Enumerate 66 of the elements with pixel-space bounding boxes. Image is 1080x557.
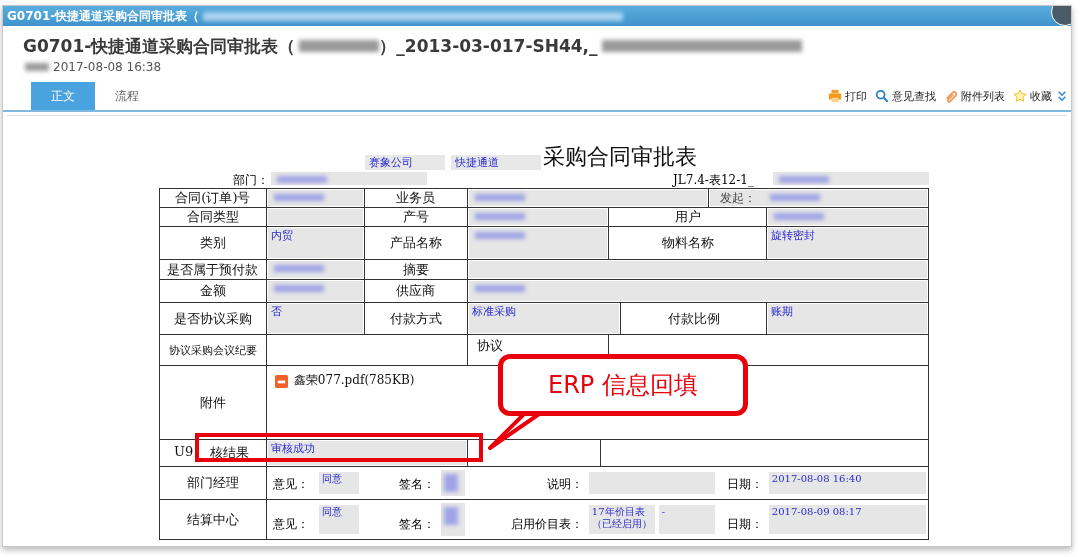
field-label: 签名： (398, 476, 436, 493)
field-label: 合同类型 (186, 208, 239, 226)
field-label: 付款比例 (667, 309, 720, 328)
field-label: 结算中心 (186, 510, 239, 529)
pdf-file-icon (274, 375, 288, 388)
field-label: 物料名称 (661, 234, 714, 252)
field-label: 是否属于预付款 (167, 260, 259, 279)
field-label: 合同(订单)号 (175, 189, 251, 207)
field-label: 用户 (674, 208, 701, 226)
toolbar-button[interactable]: 附件列表 (941, 88, 1008, 104)
field-label: 意见： (272, 476, 310, 493)
toolbar-button[interactable]: 意见查找 (872, 88, 939, 104)
field-value: 17年价目表（已经启用） (588, 505, 655, 534)
document-title: ）_2013-03-017-SH44,_ (379, 34, 598, 58)
printer-icon (828, 89, 842, 103)
field-label: 产品名称 (389, 234, 442, 252)
field-value: 否 (267, 304, 363, 333)
field-label: 供应商 (396, 282, 436, 300)
field-label: 发起： (710, 190, 765, 206)
channel-field: 快捷通道 (451, 155, 541, 170)
field-label: 部门经理 (186, 474, 239, 492)
field-label: 启用价目表： (510, 516, 584, 533)
field-value: - (658, 505, 715, 534)
window-title: G0701-快捷通道采购合同审批表（ (7, 7, 200, 25)
redacted-text (25, 63, 49, 71)
field-label: U9 (174, 444, 194, 459)
field-label: 是否协议采购 (173, 309, 252, 328)
field-label: 签名： (398, 516, 436, 533)
field-label: 付款方式 (389, 309, 442, 328)
field-label: 产号 (402, 208, 429, 226)
document-date: 2017-08-08 16:38 (53, 60, 162, 74)
field-label: 日期： (726, 516, 764, 533)
field-value: 同意 (318, 472, 359, 494)
document-title: G0701-快捷通道采购合同审批表（ (23, 34, 296, 58)
form-code: JL7.4-表12-1_ (673, 171, 755, 189)
field-label: 核结果 (210, 444, 250, 462)
field-label: 说明： (546, 476, 584, 493)
field-label: 意见： (272, 516, 310, 533)
field-value: 同意 (318, 505, 359, 534)
toolbar-button[interactable]: 打印 (825, 88, 870, 104)
field-value: 账期 (768, 304, 927, 333)
field-value: 2017-08-09 08:17 (768, 505, 926, 534)
attachment-link[interactable]: 鑫荣077.pdf(785KB) (293, 372, 415, 389)
star-icon (1013, 89, 1027, 103)
field-label: 协议 (476, 337, 503, 355)
tab[interactable]: 流程 (95, 82, 159, 110)
field-value: 内贸 (267, 228, 363, 258)
field-label: 协议采购会议纪要 (168, 342, 257, 358)
redacted-value (440, 503, 465, 536)
field-value: 旋转密封 (768, 228, 927, 258)
company-field: 赛象公司 (365, 155, 445, 170)
field-value: 2017-08-08 16:40 (768, 472, 926, 494)
field-label: 部门： (232, 171, 270, 189)
field-label: 摘要 (402, 260, 429, 279)
search-icon (875, 89, 889, 103)
redacted-value (440, 470, 465, 496)
double-chevron-icon[interactable] (1057, 90, 1067, 102)
field-label: 附件 (199, 393, 226, 412)
field-label: 业务员 (396, 189, 436, 207)
field-label: 金额 (199, 282, 226, 300)
toolbar-button[interactable]: 收藏 (1010, 88, 1055, 104)
field-label: 日期： (726, 476, 764, 493)
field-value: 标准采购 (468, 304, 620, 333)
paperclip-icon (944, 89, 958, 103)
form-title: 采购合同审批表 (543, 143, 697, 171)
field-label: 类别 (199, 234, 226, 252)
